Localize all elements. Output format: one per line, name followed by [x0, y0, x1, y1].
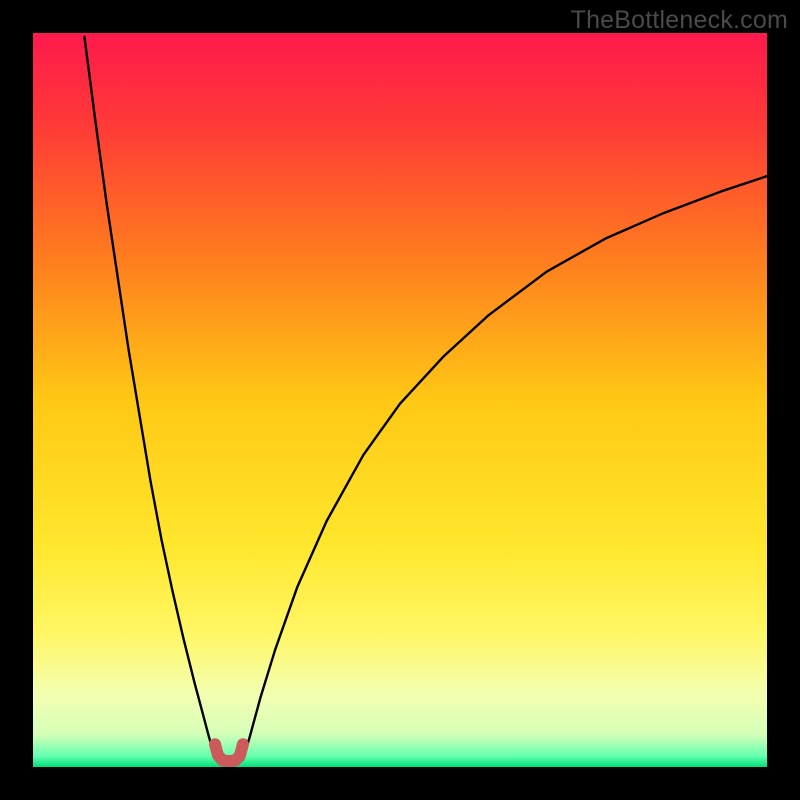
plot-area [33, 33, 767, 767]
chart-svg [33, 33, 767, 767]
watermark-text: TheBottleneck.com [571, 6, 788, 35]
gradient-background [33, 33, 767, 767]
chart-frame: TheBottleneck.com [0, 0, 800, 800]
